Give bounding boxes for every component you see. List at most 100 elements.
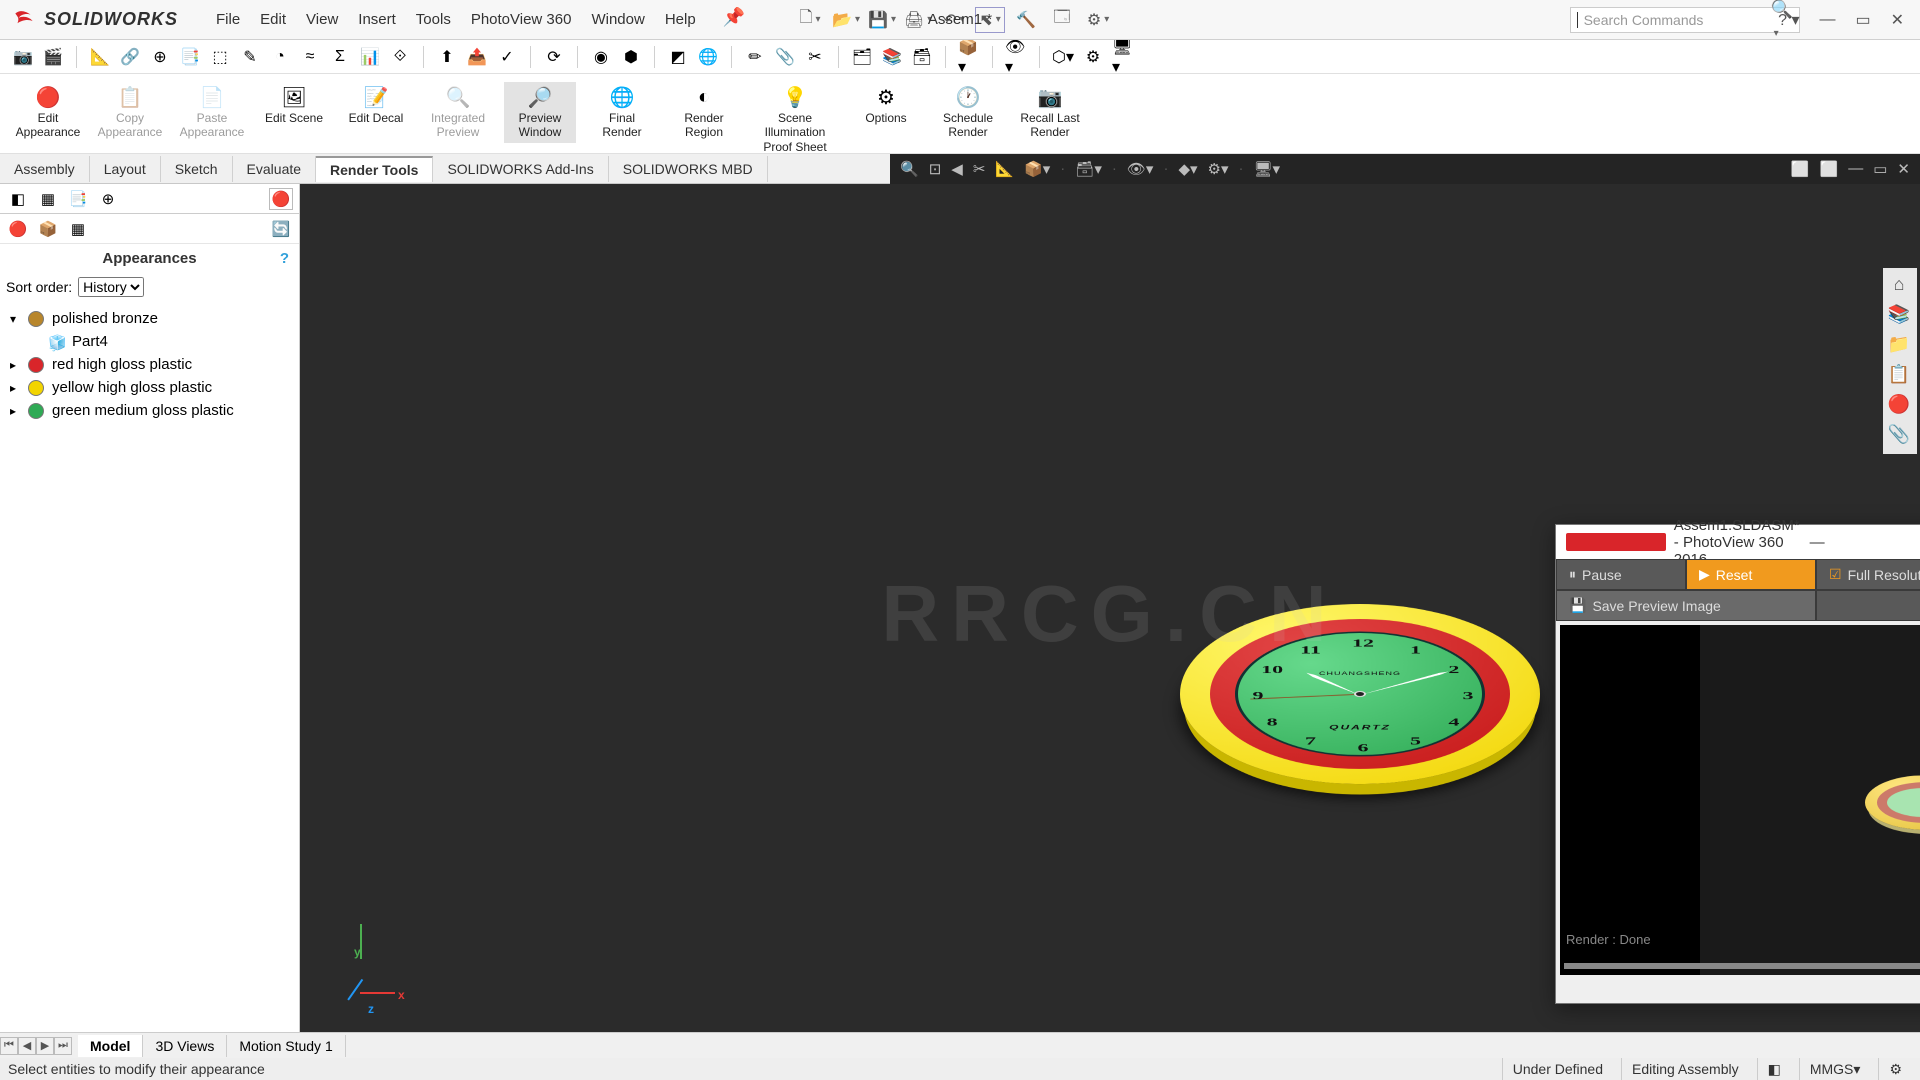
bottom-tab-model[interactable]: Model	[78, 1035, 143, 1057]
expand-icon[interactable]: ▸	[10, 358, 20, 372]
tab-sketch[interactable]: Sketch	[161, 156, 233, 182]
appearance-item-part4[interactable]: 🧊 Part4	[8, 330, 291, 353]
tool15-icon[interactable]: ⟳	[543, 46, 565, 68]
tool12-icon[interactable]: ⬆	[436, 46, 458, 68]
pv-reset-button[interactable]: ▶Reset	[1686, 559, 1816, 590]
render-options-button[interactable]: ⚙Options	[850, 82, 922, 128]
nav-next-icon[interactable]: ▶	[36, 1037, 54, 1055]
tool4-icon[interactable]: 📑	[179, 46, 201, 68]
menu-tools[interactable]: Tools	[408, 7, 459, 32]
tool7-icon[interactable]: ◔	[269, 46, 291, 68]
bottom-tab-motion[interactable]: Motion Study 1	[227, 1035, 345, 1057]
view-orient-icon[interactable]: 📐	[995, 160, 1014, 178]
tab-mbd[interactable]: SOLIDWORKS MBD	[609, 156, 768, 182]
apply-scene-icon[interactable]: ◆▾	[1178, 160, 1197, 178]
vp-btn1-icon[interactable]: ⬜	[1791, 160, 1810, 178]
panel-tab-display-icon[interactable]: 🔴	[269, 188, 293, 210]
bottom-tab-3dviews[interactable]: 3D Views	[143, 1035, 227, 1057]
nav-first-icon[interactable]: ⏮	[0, 1037, 18, 1055]
tool26-icon[interactable]: 📦▾	[958, 46, 980, 68]
snapshot-icon[interactable]: 🎬	[42, 46, 64, 68]
taskpane-appearance-icon[interactable]: 🔴	[1887, 394, 1911, 418]
vp-close-icon[interactable]: ✕	[1897, 160, 1910, 178]
appearance-item-red[interactable]: ▸ red high gloss plastic	[8, 353, 291, 376]
status-extra-icon[interactable]: ⚙	[1878, 1058, 1912, 1080]
camera-icon[interactable]: 📷	[12, 46, 34, 68]
panel-tab-config-icon[interactable]: 📑	[66, 188, 90, 210]
restore-icon[interactable]: ▭	[1849, 10, 1876, 30]
menu-window[interactable]: Window	[583, 7, 652, 32]
final-render-button[interactable]: 🌐Final Render	[586, 82, 658, 143]
search-commands[interactable]: 🔍	[1570, 7, 1800, 33]
display-style-icon[interactable]: 📦▾	[1024, 160, 1050, 178]
edit-appearance-button[interactable]: 🔴Edit Appearance	[12, 82, 84, 143]
tool10-icon[interactable]: 📊	[359, 46, 381, 68]
search-input[interactable]	[1584, 12, 1765, 28]
vp-min-icon[interactable]: —	[1848, 160, 1863, 177]
tool24-icon[interactable]: 📚	[881, 46, 903, 68]
clock-model[interactable]: CHUANGSHENG QUARTZ 12 1 2 3 4 5 6 7 8 9 …	[1180, 604, 1540, 744]
tab-layout[interactable]: Layout	[90, 156, 161, 182]
taskpane-custom-icon[interactable]: 📎	[1887, 424, 1911, 448]
edit-decal-button[interactable]: 📝Edit Decal	[340, 82, 412, 128]
taskpane-view-icon[interactable]: 📋	[1887, 364, 1911, 388]
tool8-icon[interactable]: ≈	[299, 46, 321, 68]
tool27-icon[interactable]: 👁▾	[1005, 46, 1027, 68]
appearance-item-green[interactable]: ▸ green medium gloss plastic	[8, 399, 291, 422]
pv-full-res-checkbox[interactable]: ☑Full Resolution Preview	[1816, 559, 1920, 590]
tool14-icon[interactable]: ✓	[496, 46, 518, 68]
copy-appearance-button[interactable]: 📋Copy Appearance	[94, 82, 166, 143]
prev-view-icon[interactable]: ◀	[951, 160, 963, 178]
view-settings-icon[interactable]: ⚙▾	[1208, 160, 1229, 178]
status-units[interactable]: MMGS ▾	[1799, 1058, 1871, 1080]
appearance-item-bronze[interactable]: ▾ polished bronze	[8, 307, 291, 330]
recall-last-render-button[interactable]: 📷Recall Last Render	[1014, 82, 1086, 143]
taskpane-library-icon[interactable]: 📚	[1887, 304, 1911, 328]
nav-last-icon[interactable]: ⏭	[54, 1037, 72, 1055]
preview-window-button[interactable]: 🔎Preview Window	[504, 82, 576, 143]
tool13-icon[interactable]: 📤	[466, 46, 488, 68]
minimize-icon[interactable]: —	[1813, 11, 1841, 29]
tool29-icon[interactable]: ⚙	[1082, 46, 1104, 68]
taskpane-explorer-icon[interactable]: 📁	[1887, 334, 1911, 358]
rebuild-button[interactable]: 🔨	[1011, 7, 1041, 33]
vp-max-icon[interactable]: ▭	[1873, 160, 1887, 178]
render-region-button[interactable]: ◐Render Region	[668, 82, 740, 143]
integrated-preview-button[interactable]: 🔍Integrated Preview	[422, 82, 494, 143]
tool5-icon[interactable]: ⬚	[209, 46, 231, 68]
tool21-icon[interactable]: 📎	[774, 46, 796, 68]
link-icon[interactable]: 🔗	[119, 46, 141, 68]
appearance-item-yellow[interactable]: ▸ yellow high gloss plastic	[8, 376, 291, 399]
expand-icon[interactable]: ▸	[10, 404, 20, 418]
panel-tab-feature-icon[interactable]: ◧	[6, 188, 30, 210]
display-icon[interactable]: 🖥▾	[1254, 160, 1281, 178]
tool23-icon[interactable]: 🗂	[851, 46, 873, 68]
pin-icon[interactable]: 📌	[723, 7, 745, 32]
menu-file[interactable]: File	[208, 7, 248, 32]
dimension-icon[interactable]: 📐	[89, 46, 111, 68]
new-doc-button[interactable]: 🗋	[795, 7, 825, 33]
zoom-area-icon[interactable]: ⊡	[929, 160, 942, 178]
tab-addins[interactable]: SOLIDWORKS Add-Ins	[433, 156, 608, 182]
graphics-viewport[interactable]: CHUANGSHENG QUARTZ 12 1 2 3 4 5 6 7 8 9 …	[300, 184, 1920, 1044]
help-dropdown-icon[interactable]: ? ▾	[1772, 10, 1805, 30]
pv-min-icon[interactable]: —	[1800, 534, 1920, 551]
tool11-icon[interactable]: ⟐	[389, 46, 411, 68]
help-icon[interactable]: ?	[280, 250, 289, 267]
tool3-icon[interactable]: ⊕	[149, 46, 171, 68]
tool25-icon[interactable]: 🗃	[911, 46, 933, 68]
tool19-icon[interactable]: 🌐	[697, 46, 719, 68]
axis-triad[interactable]: x y z	[340, 944, 410, 1014]
save-button[interactable]: 💾	[867, 7, 897, 33]
edit-scene-button[interactable]: 🖼Edit Scene	[258, 82, 330, 128]
settings-button[interactable]: ⚙	[1083, 7, 1113, 33]
nav-prev-icon[interactable]: ◀	[18, 1037, 36, 1055]
close-icon[interactable]: ✕	[1885, 10, 1910, 30]
tool6-icon[interactable]: ✎	[239, 46, 261, 68]
taskpane-home-icon[interactable]: ⌂	[1887, 274, 1911, 298]
panel-tab-dim-icon[interactable]: ⊕	[96, 188, 120, 210]
vp-btn2-icon[interactable]: ⬜	[1820, 160, 1839, 178]
paste-appearance-button[interactable]: 📄Paste Appearance	[176, 82, 248, 143]
tool20-icon[interactable]: ✏	[744, 46, 766, 68]
tool16-icon[interactable]: ◉	[590, 46, 612, 68]
